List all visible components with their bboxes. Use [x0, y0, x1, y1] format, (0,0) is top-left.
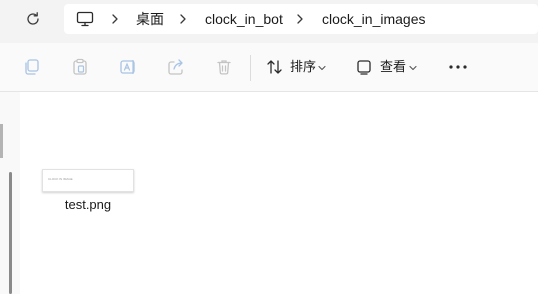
file-explorer-window: 桌面 clock_in_bot clock_in_images 排序 查看 CL…	[0, 0, 538, 294]
view-button[interactable]: 查看	[356, 56, 422, 78]
chevron-right-icon	[180, 14, 186, 24]
view-label: 查看	[380, 59, 407, 74]
chevron-right-icon	[297, 14, 303, 24]
breadcrumb-clock-in-bot[interactable]: clock_in_bot	[205, 11, 283, 27]
copy-icon[interactable]	[23, 58, 41, 76]
sort-icon	[267, 60, 282, 74]
sort-button[interactable]: 排序	[266, 56, 336, 78]
breadcrumb-clock-in-images[interactable]: clock_in_images	[322, 11, 426, 27]
trash-icon[interactable]	[215, 58, 233, 76]
more-options-button[interactable]	[446, 56, 470, 78]
refresh-button[interactable]	[20, 8, 46, 30]
refresh-icon	[27, 12, 39, 25]
file-thumbnail: CLOCK IN IMAGE	[42, 169, 134, 192]
chevron-right-icon	[112, 14, 118, 24]
breadcrumb-desktop[interactable]: 桌面	[136, 11, 164, 27]
toolbar-divider	[250, 55, 251, 81]
chevron-down-icon	[318, 65, 326, 71]
chevron-down-icon	[409, 65, 417, 71]
more-icon	[449, 65, 467, 69]
navigation-pane-splitter[interactable]	[0, 124, 3, 158]
navigation-scrollbar[interactable]	[9, 172, 12, 294]
view-icon	[357, 60, 371, 75]
navigation-pane	[0, 92, 20, 294]
address-bar[interactable]: 桌面 clock_in_bot clock_in_images	[64, 4, 538, 34]
rename-icon[interactable]	[119, 58, 137, 76]
share-icon[interactable]	[167, 58, 185, 76]
thumbnail-caption: CLOCK IN IMAGE	[48, 177, 73, 181]
command-bar: 排序 查看	[0, 43, 538, 92]
file-name: test.png	[64, 197, 112, 212]
sort-label: 排序	[290, 59, 317, 74]
monitor-icon	[76, 11, 94, 27]
paste-icon[interactable]	[71, 58, 89, 76]
address-row: 桌面 clock_in_bot clock_in_images	[0, 0, 538, 43]
file-item[interactable]: CLOCK IN IMAGE test.png	[38, 166, 138, 216]
